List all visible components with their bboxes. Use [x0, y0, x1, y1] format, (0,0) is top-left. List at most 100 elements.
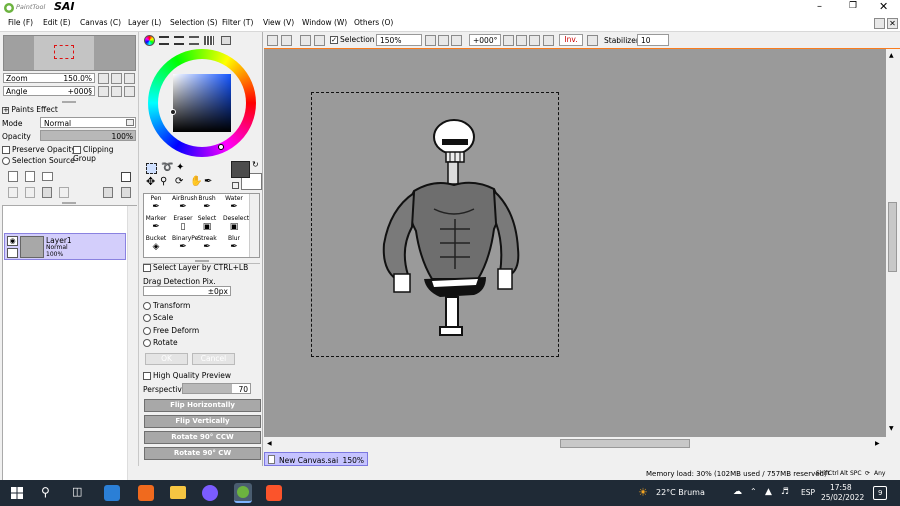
zoom-slider[interactable]: Zoom 150.0% [3, 73, 95, 83]
new-folder-icon[interactable] [42, 172, 53, 181]
vertical-scrollbar[interactable]: ▲ ▼ [886, 49, 900, 451]
menu-file[interactable]: File (F) [8, 18, 33, 27]
drag-detection-slider[interactable]: ±0px [143, 286, 231, 296]
preserve-opacity-checkbox[interactable]: Preserve Opacity [2, 145, 76, 154]
blend-mode-select[interactable]: Normal [40, 117, 136, 128]
merge-layer-icon[interactable] [42, 187, 52, 198]
menu-layer[interactable]: Layer (L) [128, 18, 161, 27]
tool-streak[interactable]: Streak ✒ [196, 235, 218, 259]
clipping-group-checkbox[interactable]: Clipping Group [73, 145, 138, 163]
select-all-button[interactable] [267, 35, 278, 46]
panel-splitter[interactable] [62, 101, 76, 103]
color-wheel[interactable] [148, 49, 256, 157]
angle-combobox[interactable]: +000° [469, 34, 501, 46]
zoom-reset-button[interactable] [124, 73, 135, 84]
horizontal-scroll-thumb[interactable] [560, 439, 690, 448]
move-layer-down-icon[interactable] [8, 187, 18, 198]
canvas-viewport[interactable] [264, 49, 886, 451]
show-hidden-icons-icon[interactable]: ⌃ [750, 487, 757, 496]
zoom-out-button[interactable] [98, 73, 109, 84]
microsoft-store-icon[interactable] [104, 485, 120, 501]
wifi-icon[interactable]: ▲ [765, 487, 772, 497]
panel-splitter[interactable] [195, 260, 209, 262]
toolbar-rotate-right-button[interactable] [516, 35, 527, 46]
new-linework-layer-icon[interactable] [25, 171, 35, 182]
layer-settings-icon[interactable] [121, 187, 131, 198]
swap-colors-icon[interactable]: ↻ [252, 161, 260, 169]
clear-layer-icon[interactable] [25, 187, 35, 198]
color-wheel-tab-icon[interactable] [144, 35, 155, 46]
scroll-right-icon[interactable]: ▶ [875, 440, 880, 447]
horizontal-scrollbar[interactable]: ◀ ▶ [264, 437, 886, 451]
clock-time[interactable]: 17:58 [830, 483, 852, 492]
volume-icon[interactable]: ♬ [781, 487, 789, 497]
pen-lock-icon[interactable] [7, 248, 18, 258]
scroll-up-icon[interactable]: ▲ [889, 52, 894, 59]
rotate-right-button[interactable] [111, 86, 122, 97]
tools-scrollbar[interactable] [249, 194, 259, 257]
toolbar-rotate-left-button[interactable] [503, 35, 514, 46]
vertical-scroll-thumb[interactable] [888, 202, 897, 272]
tool-bucket[interactable]: Bucket ◈ [145, 235, 167, 259]
view-mode-button[interactable] [587, 35, 598, 46]
notifications-icon[interactable]: 9 [873, 486, 887, 500]
scroll-down-icon[interactable]: ▼ [889, 425, 894, 432]
swatches-tab-icon[interactable] [204, 36, 214, 45]
file-explorer-icon[interactable] [170, 486, 186, 499]
lasso-icon[interactable]: ➰ [161, 163, 173, 174]
menu-view[interactable]: View (V) [263, 18, 294, 27]
onedrive-icon[interactable]: ☁ [733, 487, 742, 497]
cancel-button[interactable]: Cancel [192, 353, 235, 365]
scale-radio[interactable]: Scale [143, 313, 173, 322]
invert-view-button[interactable]: Inv. [559, 34, 583, 46]
firefox-icon[interactable] [138, 485, 154, 501]
toolbar-zoom-out-button[interactable] [425, 35, 436, 46]
angle-slider[interactable]: Angle +000§ [3, 86, 95, 96]
show-selection-checkbox[interactable]: ✓ Selection [330, 35, 375, 44]
tool-blur[interactable]: Blur ✒ [223, 235, 245, 259]
zoom-combobox[interactable]: 150% [376, 34, 422, 46]
crop-button[interactable] [314, 35, 325, 46]
delete-layer-icon[interactable] [59, 187, 69, 198]
rectangle-select-icon[interactable] [146, 163, 157, 174]
opacity-slider[interactable]: 100% [40, 130, 136, 141]
brave-browser-icon[interactable] [266, 485, 282, 501]
perspective-slider[interactable]: 70 [182, 383, 251, 394]
restore-button[interactable]: ❐ [849, 1, 857, 11]
paints-effect-header[interactable]: + Paints Effect [2, 105, 58, 114]
search-icon[interactable]: ⚲ [41, 485, 50, 499]
windows-start-icon[interactable] [11, 487, 23, 499]
menu-selection[interactable]: Selection (S) [170, 18, 218, 27]
document-tab[interactable]: New Canvas.sai 150% [264, 452, 368, 466]
new-layer-icon[interactable] [8, 171, 18, 182]
toolbar-zoom-reset-button[interactable] [451, 35, 462, 46]
saturation-value-square[interactable] [173, 74, 231, 132]
tool-binarypen[interactable]: BinaryPe ✒ [172, 235, 198, 259]
color-mixer-tab-icon[interactable] [189, 36, 199, 45]
task-view-icon[interactable]: ◫ [72, 485, 82, 498]
selection-source-radio[interactable]: Selection Source [2, 156, 75, 165]
free-deform-radio[interactable]: Free Deform [143, 326, 199, 335]
hand-tool-icon[interactable]: ✋ [190, 177, 202, 188]
stabilizer-combobox[interactable]: 10 [637, 34, 669, 46]
menu-window[interactable]: Window (W) [302, 18, 347, 27]
scroll-left-icon[interactable]: ◀ [267, 440, 272, 447]
primary-color-swatch[interactable] [231, 161, 250, 178]
move-icon[interactable]: ✥ [146, 176, 157, 188]
flip-vertically-button[interactable]: Flip Vertically [144, 415, 261, 428]
menu-canvas[interactable]: Canvas (C) [80, 18, 121, 27]
merge-down-icon[interactable] [103, 187, 113, 198]
navigator-preview[interactable] [3, 35, 136, 71]
weather-icon[interactable]: ☀ [638, 486, 648, 499]
magic-wand-icon[interactable]: ✦ [176, 163, 187, 174]
eyedropper-icon[interactable]: ✒ [204, 177, 215, 188]
deselect-button[interactable] [281, 35, 292, 46]
zoom-tool-icon[interactable]: ⚲ [160, 177, 171, 188]
rotate-ccw-button[interactable]: Rotate 90° CCW [144, 431, 261, 444]
eye-icon[interactable]: ◉ [7, 236, 18, 246]
transparent-color-icon[interactable] [232, 182, 239, 189]
menu-edit[interactable]: Edit (E) [43, 18, 71, 27]
hsv-slider-tab-icon[interactable] [174, 36, 184, 45]
sub-close-button[interactable]: ✕ [887, 18, 898, 29]
toolbar-zoom-in-button[interactable] [438, 35, 449, 46]
